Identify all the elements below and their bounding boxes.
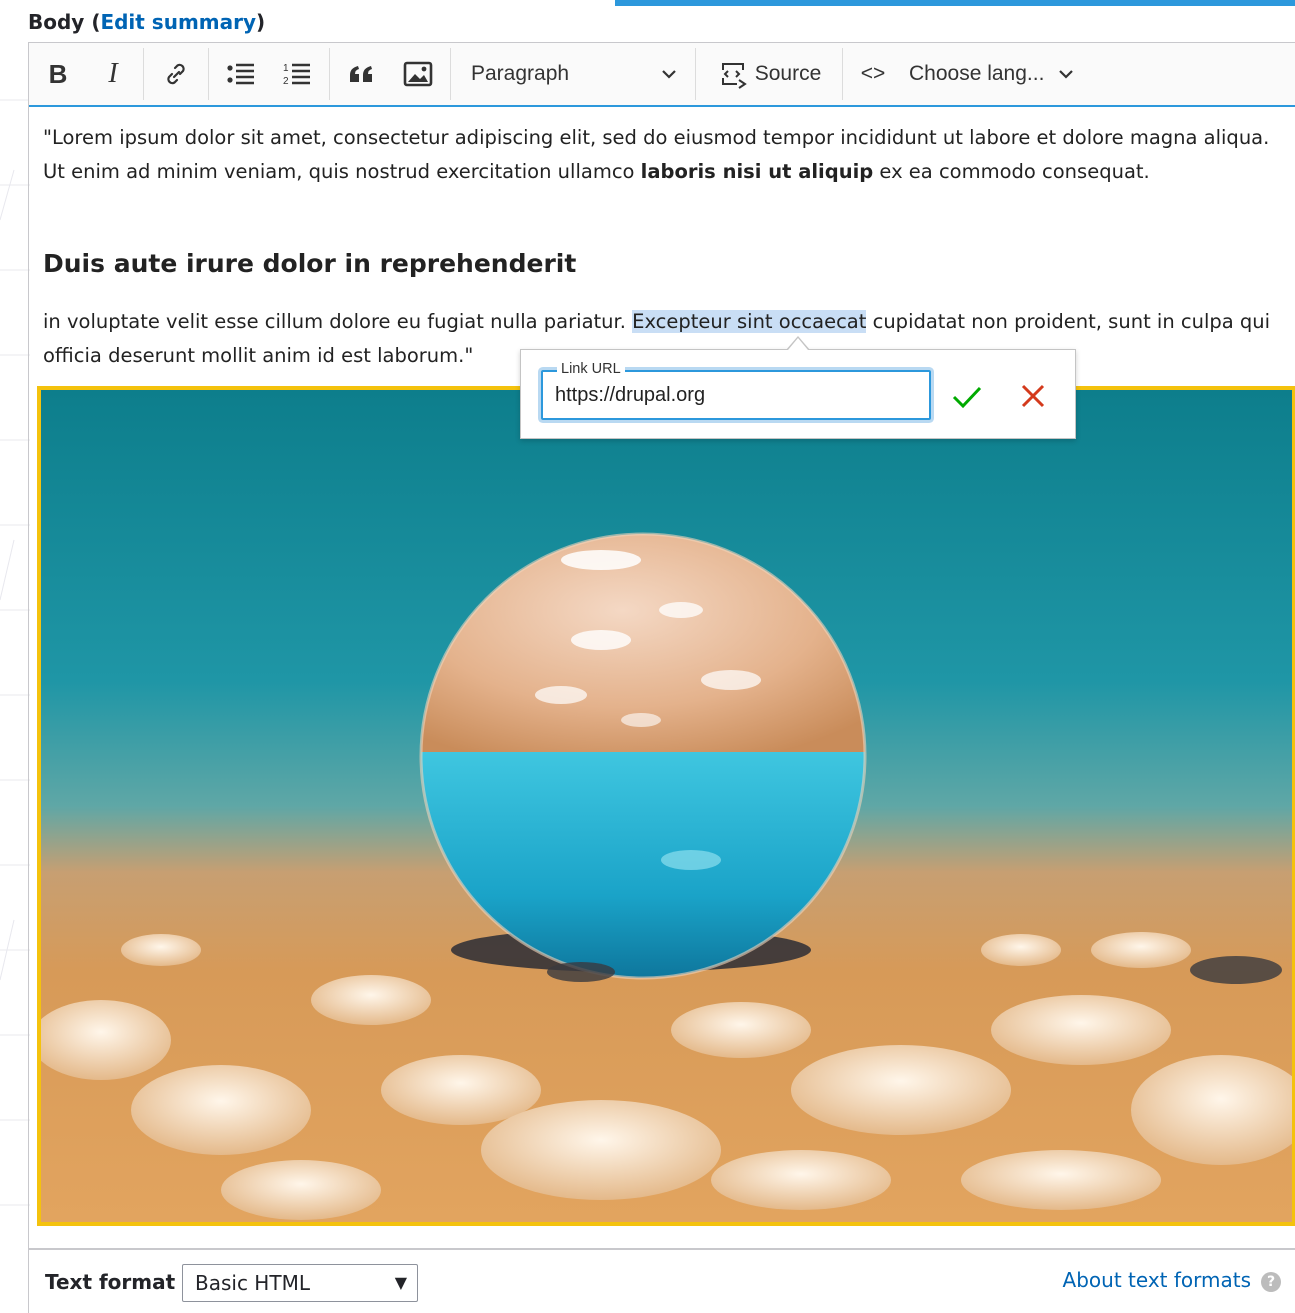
paragraph-2-text: in voluptate velit esse cillum dolore eu… <box>43 310 633 333</box>
about-text-formats[interactable]: About text formats? <box>1063 1268 1281 1292</box>
svg-text:2: 2 <box>283 76 289 87</box>
checkmark-icon <box>952 386 982 409</box>
text-format-value: Basic HTML <box>195 1271 310 1295</box>
toolbar-separator <box>329 48 330 100</box>
toolbar-separator <box>143 48 144 100</box>
about-text-formats-link[interactable]: About text formats <box>1063 1268 1251 1292</box>
source-button[interactable]: Source <box>700 48 838 100</box>
numbered-list-button[interactable]: 1 2 <box>269 48 325 100</box>
selected-text: Excepteur sint occaecat <box>632 310 867 333</box>
embedded-image[interactable] <box>37 386 1295 1226</box>
heading-dropdown[interactable]: Paragraph <box>455 48 691 100</box>
blockquote-button[interactable] <box>334 48 390 100</box>
link-icon <box>167 63 185 85</box>
field-label-text: Body <box>28 10 85 34</box>
toolbar-separator <box>208 48 209 100</box>
paragraph-1-text-end: ex ea commodo consequat. <box>873 159 1150 183</box>
bold-button[interactable]: B <box>29 48 87 100</box>
paragraph-1[interactable]: "Lorem ipsum dolor sit amet, consectetur… <box>43 121 1293 188</box>
editor-toolbar: B I 1 2 Paragraph Source <> Choose lang.… <box>29 43 1295 107</box>
language-dropdown[interactable]: Choose lang... <box>899 48 1099 100</box>
help-icon[interactable]: ? <box>1261 1271 1281 1292</box>
top-accent-bar <box>615 0 1295 6</box>
link-url-balloon: Link URL https://drupal.org <box>520 349 1076 439</box>
chevron-down-icon <box>1059 70 1074 79</box>
text-format-bar: Text format Basic HTML ▼ About text form… <box>28 1249 1295 1313</box>
link-button[interactable] <box>148 48 204 100</box>
toolbar-separator <box>695 48 696 100</box>
numbered-list-icon: 1 2 <box>283 63 310 87</box>
toolbar-separator <box>450 48 451 100</box>
link-url-value: https://drupal.org <box>555 384 706 406</box>
chevron-down-icon <box>662 70 676 79</box>
bulleted-list-icon <box>227 63 254 85</box>
save-link-button[interactable] <box>949 378 985 414</box>
crystal-ball-photo <box>41 390 1292 1222</box>
balloon-pointer-inner <box>788 338 808 350</box>
insert-image-button[interactable] <box>390 48 446 100</box>
link-url-input[interactable]: Link URL https://drupal.org <box>541 361 931 420</box>
heading-dropdown-value: Paragraph <box>471 62 570 85</box>
svg-text:1: 1 <box>283 63 289 74</box>
toolbar-separator <box>842 48 843 100</box>
code-button[interactable]: <> <box>847 48 899 100</box>
link-url-legend: Link URL <box>557 361 625 377</box>
text-format-select[interactable]: Basic HTML ▼ <box>182 1264 418 1302</box>
bulleted-list-button[interactable] <box>213 48 269 100</box>
italic-button[interactable]: I <box>87 48 139 100</box>
field-label: Body (Edit summary) <box>28 10 265 34</box>
source-icon <box>721 63 747 89</box>
image-icon <box>403 61 433 87</box>
rich-text-editor: B I 1 2 Paragraph Source <> Choose lang.… <box>28 42 1295 1249</box>
edit-summary-link[interactable]: Edit summary <box>100 10 256 34</box>
caret-down-icon: ▼ <box>394 1273 407 1292</box>
language-dropdown-value: Choose lang... <box>909 62 1045 85</box>
bold-text: laboris nisi ut aliquip <box>640 159 874 183</box>
background-grid <box>0 99 30 1206</box>
text-format-label: Text format <box>45 1270 176 1294</box>
paren-close: ) <box>256 10 266 34</box>
quote-icon <box>350 66 372 82</box>
close-icon <box>1021 384 1045 408</box>
content-heading[interactable]: Duis aute irure dolor in reprehenderit <box>43 249 576 278</box>
cancel-link-button[interactable] <box>1015 378 1051 414</box>
source-label: Source <box>754 62 822 85</box>
